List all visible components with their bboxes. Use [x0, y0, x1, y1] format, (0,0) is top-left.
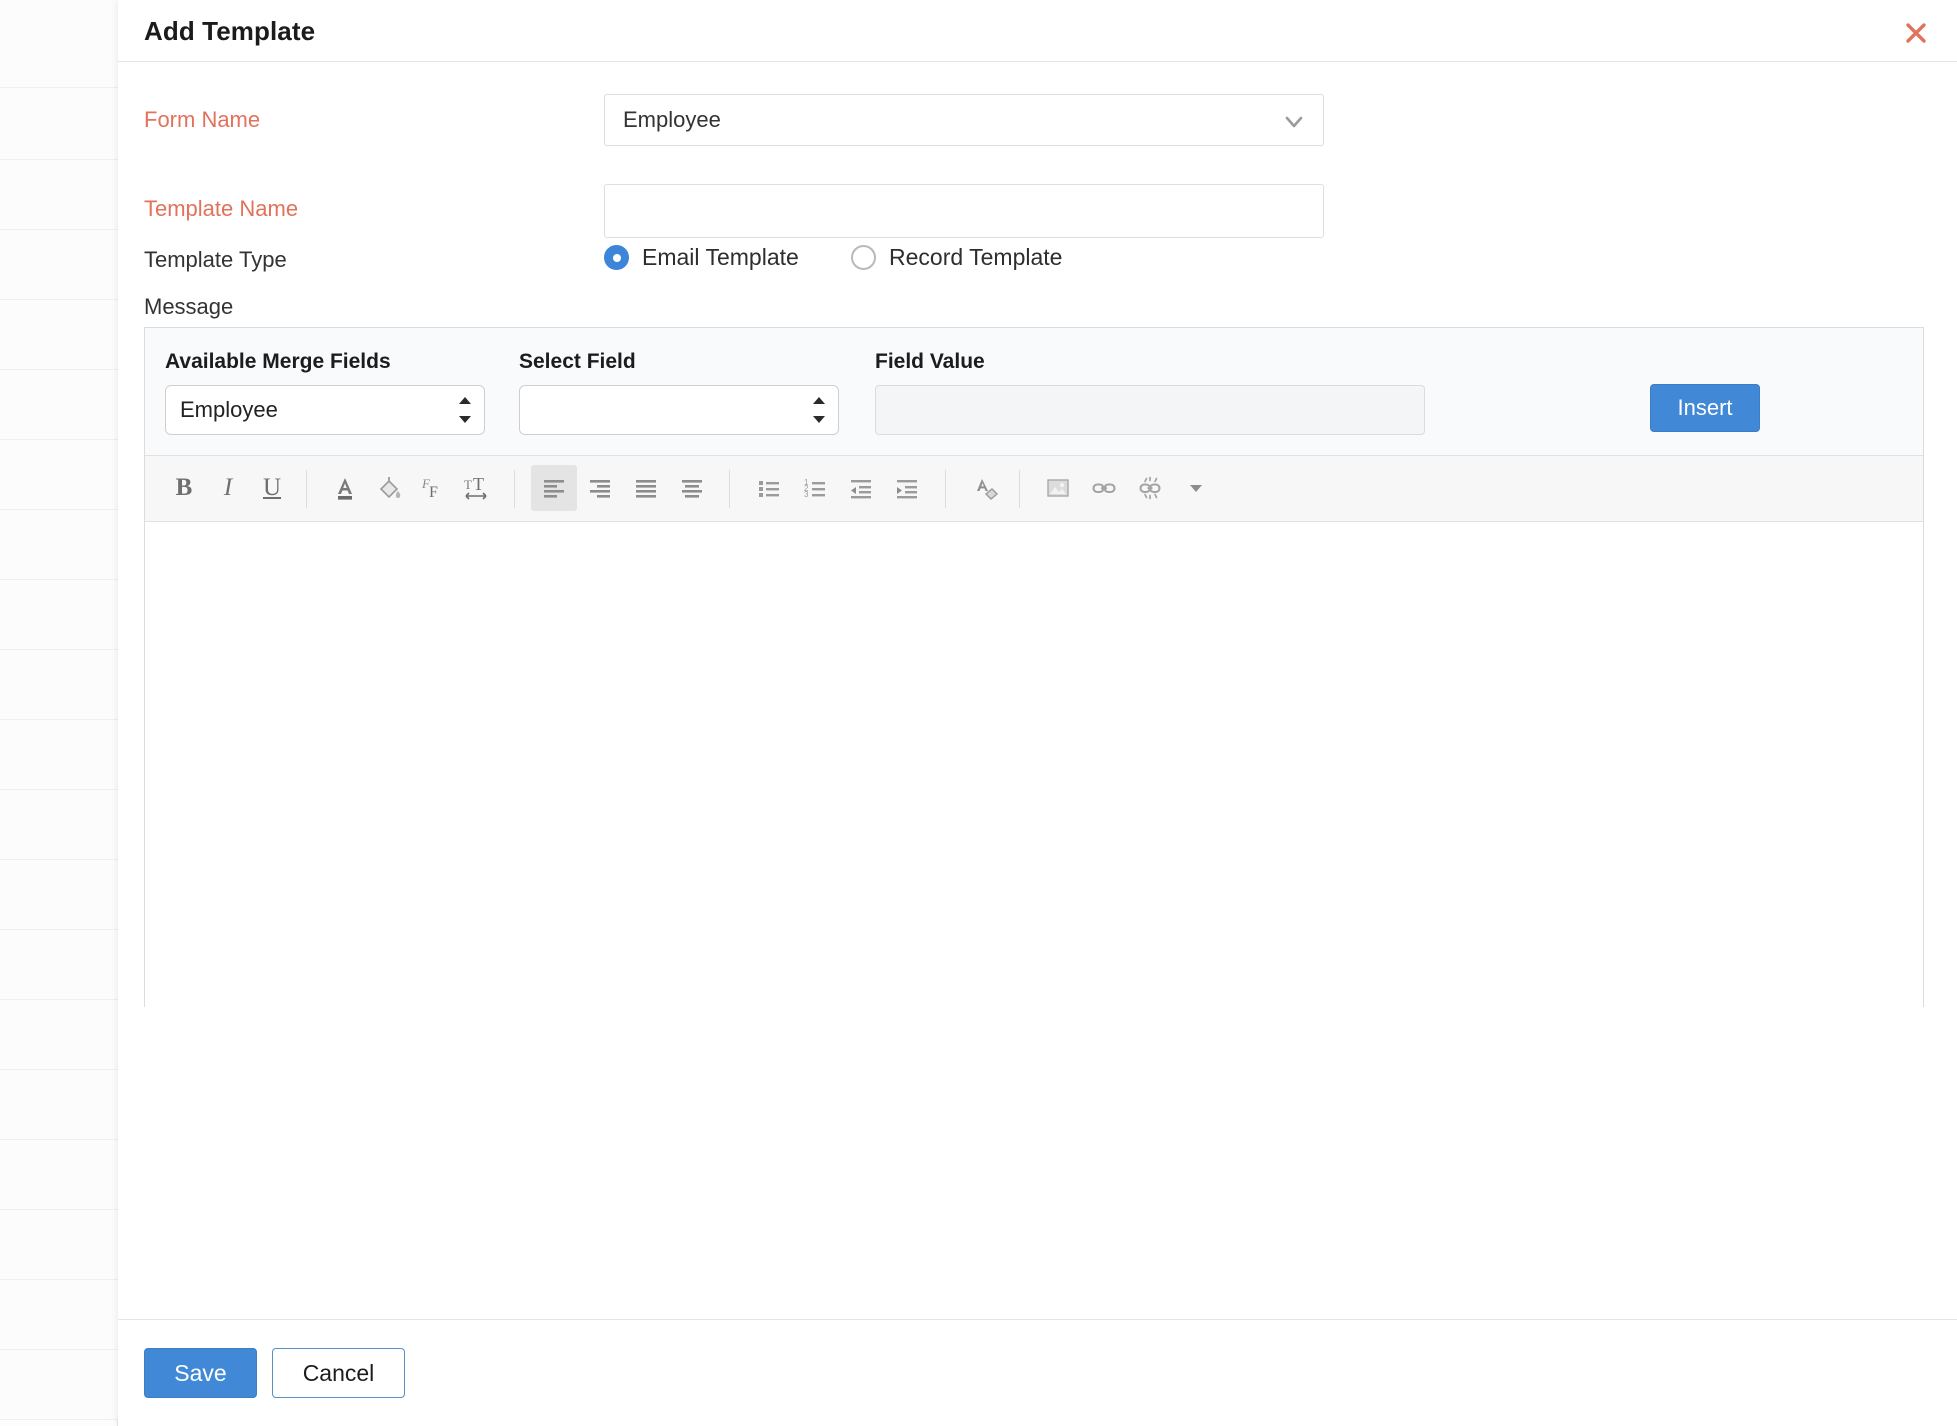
select-field-select[interactable] [519, 385, 839, 435]
align-left-icon[interactable] [531, 465, 577, 511]
indent-icon[interactable] [884, 465, 930, 511]
message-editor-content[interactable] [145, 523, 1923, 1008]
toolbar-divider [1019, 470, 1020, 508]
bold-icon[interactable]: B [161, 465, 207, 511]
available-merge-fields-value: Employee [180, 397, 278, 422]
select-field-label: Select Field [519, 350, 636, 373]
merge-fields-panel: Available Merge Fields Employee Select F… [145, 328, 1923, 456]
add-template-modal: Add Template Form Name Employee Template… [118, 0, 1957, 1426]
outdent-icon[interactable] [838, 465, 884, 511]
template-name-label: Template Name [144, 196, 299, 221]
modal-footer: Save Cancel [118, 1319, 1957, 1426]
radio-record-template[interactable]: Record Template [851, 244, 1062, 271]
radio-email-template-label: Email Template [642, 244, 799, 270]
numbered-list-icon[interactable]: 123 [792, 465, 838, 511]
background-color-icon[interactable] [366, 465, 412, 511]
chevron-down-icon [1281, 109, 1307, 140]
modal-body: Form Name Employee Template Name Templat… [118, 62, 1957, 1319]
svg-text:T: T [473, 474, 484, 494]
toolbar-divider [306, 470, 307, 508]
form-name-control: Employee [604, 94, 1324, 146]
toolbar-divider [514, 470, 515, 508]
insert-button[interactable]: Insert [1650, 384, 1760, 432]
insert-image-icon[interactable] [1035, 465, 1081, 511]
toolbar-divider [729, 470, 730, 508]
radio-record-template-label: Record Template [889, 244, 1063, 270]
more-options-icon[interactable] [1173, 465, 1219, 511]
select-stepper-icon [459, 397, 471, 423]
align-right-icon[interactable] [577, 465, 623, 511]
save-button[interactable]: Save [144, 1348, 257, 1398]
underline-icon[interactable]: U [249, 465, 295, 511]
radio-unselected-icon [851, 245, 876, 270]
field-value-input[interactable] [875, 385, 1425, 435]
select-stepper-icon [813, 397, 825, 423]
unlink-icon[interactable] [1127, 465, 1173, 511]
align-justify-icon[interactable] [623, 465, 669, 511]
message-label: Message [144, 294, 234, 319]
toolbar-divider [945, 470, 946, 508]
radio-selected-icon [604, 245, 629, 270]
clear-formatting-icon[interactable] [963, 465, 1009, 511]
font-color-icon[interactable] [322, 465, 368, 511]
template-name-control [604, 184, 1324, 238]
select-field-group: Select Field [519, 350, 839, 435]
radio-email-template[interactable]: Email Template [604, 244, 799, 271]
svg-text:F: F [429, 484, 438, 501]
form-name-select[interactable]: Employee [604, 94, 1324, 146]
field-value-group: Field Value [875, 350, 1425, 435]
available-merge-fields-group: Available Merge Fields Employee [165, 350, 485, 435]
modal-header: Add Template [118, 0, 1957, 62]
close-icon[interactable] [1901, 18, 1931, 48]
insert-link-icon[interactable] [1081, 465, 1127, 511]
template-type-label: Template Type [144, 247, 287, 272]
font-family-icon[interactable]: F F [410, 465, 456, 511]
template-name-input[interactable] [604, 184, 1324, 238]
align-center-icon[interactable] [669, 465, 715, 511]
font-size-icon[interactable]: T T [454, 465, 500, 511]
message-editor: Available Merge Fields Employee Select F… [144, 327, 1924, 1008]
field-value-label: Field Value [875, 350, 985, 373]
svg-text:3: 3 [804, 490, 809, 499]
available-merge-fields-label: Available Merge Fields [165, 350, 391, 373]
italic-icon[interactable]: I [205, 465, 251, 511]
cancel-button[interactable]: Cancel [272, 1348, 405, 1398]
form-name-label: Form Name [144, 107, 261, 132]
available-merge-fields-select[interactable]: Employee [165, 385, 485, 435]
bullet-list-icon[interactable] [746, 465, 792, 511]
editor-toolbar: B I U F F T T 1 2 3 [145, 456, 1923, 522]
svg-text:T: T [464, 477, 472, 492]
page-title: Add Template [144, 16, 316, 46]
form-name-value: Employee [623, 107, 721, 132]
